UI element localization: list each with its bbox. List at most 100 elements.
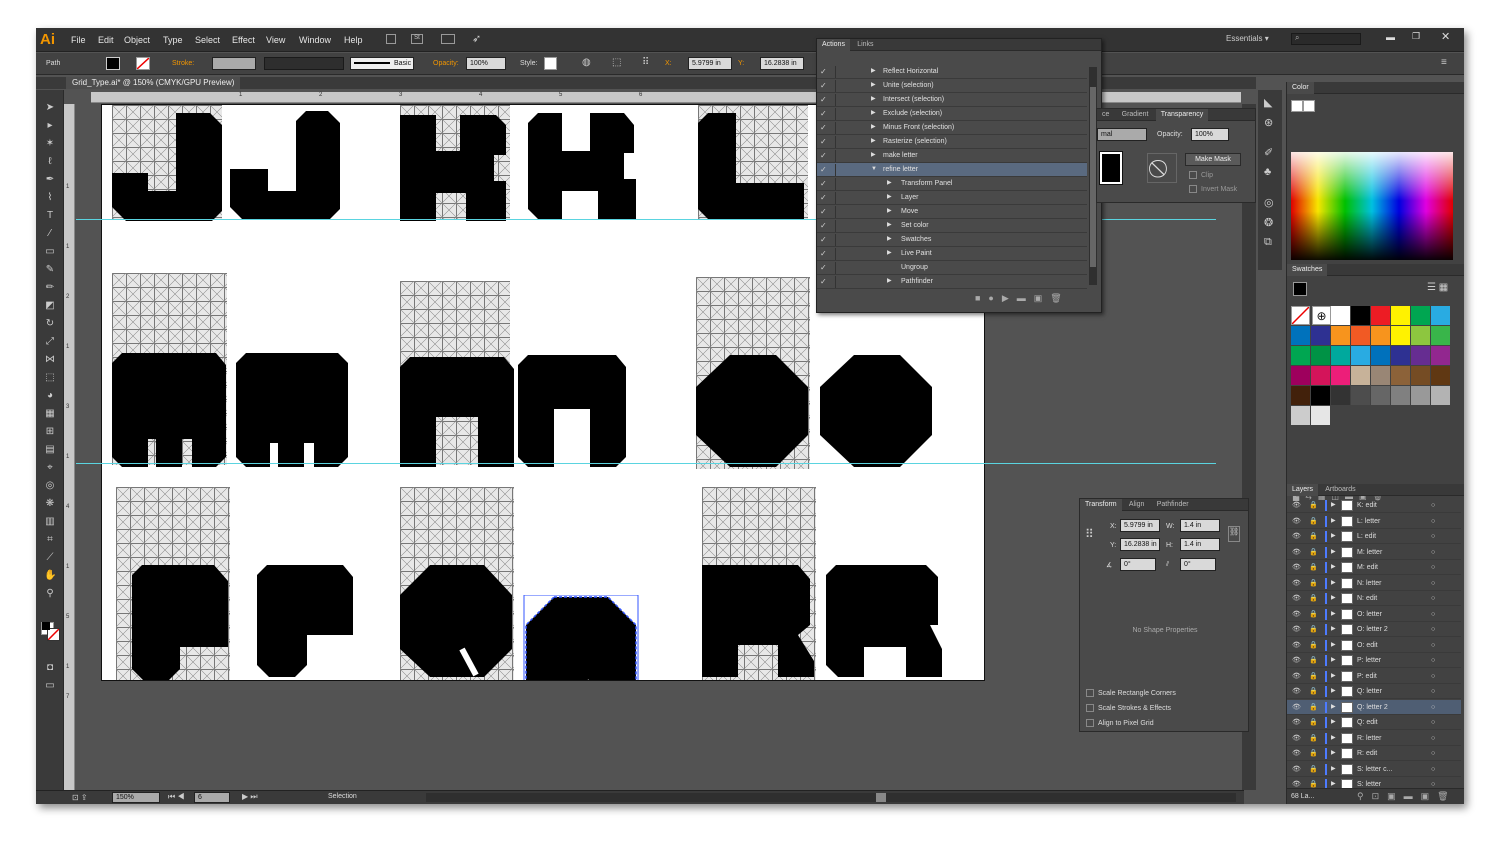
zoom-tool-icon[interactable]: ⚲ — [44, 588, 56, 600]
tab-transform[interactable]: Transform — [1080, 499, 1122, 511]
layer-name[interactable]: K: edit — [1357, 498, 1377, 513]
menu-object[interactable]: Object — [124, 35, 150, 45]
glyph-n[interactable] — [518, 355, 630, 467]
dialog-toggle[interactable] — [835, 66, 849, 78]
swatch[interactable] — [1411, 326, 1430, 345]
action-enabled-check[interactable]: ✓ — [820, 219, 832, 232]
layer-name[interactable]: Q: letter 2 — [1357, 700, 1388, 715]
triangle-right-icon[interactable]: ▶ — [1331, 700, 1336, 715]
artboard-tool-icon[interactable]: ⌗ — [44, 534, 56, 546]
glyph-k[interactable] — [528, 113, 640, 219]
triangle-right-icon[interactable]: ▶ — [887, 205, 892, 218]
dialog-toggle[interactable] — [835, 164, 849, 176]
triangle-right-icon[interactable]: ▶ — [1331, 545, 1336, 560]
swatch[interactable] — [1311, 326, 1330, 345]
glyph-m[interactable] — [236, 353, 352, 467]
arrange-documents-icon[interactable] — [441, 34, 455, 44]
eye-icon[interactable]: 👁 — [1292, 591, 1301, 606]
perspective-grid-tool-icon[interactable]: ▦ — [44, 408, 56, 420]
glyph-q-selected[interactable] — [522, 595, 642, 681]
send-icon[interactable]: ➶ — [472, 32, 481, 45]
triangle-right-icon[interactable]: ▶ — [1331, 622, 1336, 637]
layer-name[interactable]: M: letter — [1357, 545, 1382, 560]
mesh-tool-icon[interactable]: ⊞ — [44, 426, 56, 438]
lock-icon[interactable]: 🔒 — [1309, 545, 1318, 560]
dialog-toggle[interactable] — [835, 192, 849, 204]
action-row[interactable]: ✓ ▶ Intersect (selection) — [817, 93, 1087, 107]
glyph-r[interactable] — [826, 565, 942, 681]
layer-row[interactable]: 👁 🔒 ▶ P: edit ○ — [1287, 669, 1461, 684]
tab-align[interactable]: Align — [1124, 499, 1150, 511]
target-icon[interactable]: ○ — [1431, 591, 1435, 606]
menu-file[interactable]: File — [71, 35, 86, 45]
transform-y-field[interactable]: 16.2838 in — [1120, 538, 1160, 551]
action-enabled-check[interactable]: ✓ — [820, 149, 832, 162]
triangle-right-icon[interactable]: ▶ — [871, 65, 876, 78]
selection-tool-icon[interactable]: ➤ — [44, 102, 56, 114]
opacity-field[interactable]: 100% — [1191, 128, 1229, 141]
maximize-button[interactable]: ❐ — [1412, 31, 1420, 42]
action-row[interactable]: ✓ ▶ Layer — [817, 191, 1087, 205]
triangle-right-icon[interactable]: ▶ — [1331, 762, 1336, 777]
tab-transparency[interactable]: Transparency — [1155, 109, 1209, 121]
align-pixel-grid-option[interactable]: Align to Pixel Grid — [1086, 719, 1154, 727]
target-icon[interactable]: ○ — [1431, 607, 1435, 622]
swatch[interactable] — [1351, 366, 1370, 385]
graphic-style-swatch[interactable] — [544, 57, 557, 70]
bridge-icon[interactable] — [386, 34, 396, 44]
triangle-right-icon[interactable]: ▶ — [871, 135, 876, 148]
target-icon[interactable]: ○ — [1431, 576, 1435, 591]
shape-builder-tool-icon[interactable]: ◕ — [44, 390, 56, 402]
target-icon[interactable]: ○ — [1431, 622, 1435, 637]
layer-name[interactable]: O: edit — [1357, 638, 1378, 653]
swatch[interactable] — [1331, 386, 1350, 405]
make-mask-button[interactable]: Make Mask — [1185, 153, 1241, 166]
eye-icon[interactable]: 👁 — [1292, 560, 1301, 575]
transform-x-field[interactable]: 5.9799 in — [1120, 519, 1160, 532]
layers-icon[interactable]: ⧉ — [1264, 236, 1272, 249]
swatch[interactable] — [1371, 386, 1390, 405]
menu-view[interactable]: View — [266, 35, 285, 45]
swatch[interactable] — [1431, 386, 1450, 405]
variable-width-profile[interactable] — [264, 57, 344, 70]
hand-tool-icon[interactable]: ✋ — [44, 570, 56, 582]
lock-icon[interactable]: 🔒 — [1309, 498, 1318, 513]
first-artboard-button[interactable]: ⏮ ◀ — [168, 792, 185, 802]
action-enabled-check[interactable]: ✓ — [820, 275, 832, 288]
glyph-j[interactable] — [112, 113, 222, 221]
width-tool-icon[interactable]: ⋈ — [44, 354, 56, 366]
lock-icon[interactable]: 🔒 — [1309, 762, 1318, 777]
action-row[interactable]: ✓ ▶ Pathfinder — [817, 275, 1087, 289]
action-row[interactable]: ✓ ▼ refine letter — [817, 163, 1087, 177]
eye-icon[interactable]: 👁 — [1292, 607, 1301, 622]
eye-icon[interactable]: 👁 — [1292, 700, 1301, 715]
dialog-toggle[interactable] — [835, 94, 849, 106]
target-icon[interactable]: ○ — [1431, 669, 1435, 684]
dialog-toggle[interactable] — [835, 150, 849, 162]
triangle-right-icon[interactable]: ▶ — [887, 177, 892, 190]
lock-icon[interactable]: 🔒 — [1309, 576, 1318, 591]
swatch[interactable] — [1371, 346, 1390, 365]
triangle-right-icon[interactable]: ▶ — [1331, 715, 1336, 730]
eye-icon[interactable]: 👁 — [1292, 638, 1301, 653]
lock-icon[interactable]: 🔒 — [1309, 607, 1318, 622]
triangle-right-icon[interactable]: ▶ — [1331, 638, 1336, 653]
symbols-icon[interactable]: ♣ — [1264, 166, 1271, 178]
lock-icon[interactable]: 🔒 — [1309, 653, 1318, 668]
glyph-k[interactable] — [400, 115, 512, 221]
paintbrush-tool-icon[interactable]: ✎ — [44, 264, 56, 276]
lock-icon[interactable]: 🔒 — [1309, 669, 1318, 684]
zoom-field[interactable]: 150% — [112, 792, 160, 803]
shear-field[interactable]: 0° — [1180, 558, 1216, 571]
swatch[interactable] — [1331, 366, 1350, 385]
swatch[interactable] — [1391, 386, 1410, 405]
minimize-button[interactable]: ▬ — [1386, 32, 1395, 42]
line-tool-icon[interactable]: ⁄ — [44, 228, 56, 240]
layers-footer-buttons[interactable]: ⚲⊡▣▬▣🗑 — [1357, 791, 1457, 802]
swatch-view-icons[interactable]: ☰ ▦ — [1427, 282, 1448, 293]
layer-row[interactable]: 👁 🔒 ▶ O: letter 2 ○ — [1287, 622, 1461, 637]
tab-pathfinder[interactable]: Pathfinder — [1152, 499, 1194, 511]
gradient-tool-icon[interactable]: ▤ — [44, 444, 56, 456]
action-row[interactable]: ✓ ▶ Minus Front (selection) — [817, 121, 1087, 135]
layer-row[interactable]: 👁 🔒 ▶ L: edit ○ — [1287, 529, 1461, 544]
